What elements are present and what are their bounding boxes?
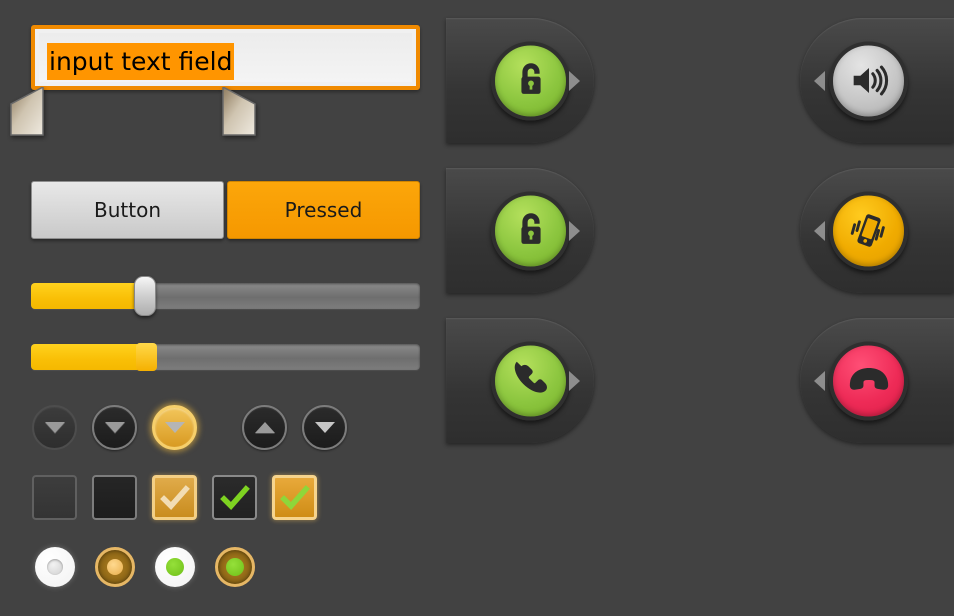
chevron-down-icon	[314, 422, 335, 433]
check-icon	[159, 484, 190, 510]
spinner-disc	[32, 405, 77, 450]
radio-unselected[interactable]	[35, 547, 75, 587]
slider-thumb[interactable]	[136, 343, 157, 371]
chevron-up-icon	[254, 422, 275, 433]
slide-to-decline[interactable]	[800, 318, 954, 443]
checkbox-checked[interactable]	[212, 475, 257, 520]
slide-handle[interactable]	[829, 341, 908, 420]
checkbox-unchecked[interactable]	[92, 475, 137, 520]
spinner-disc	[152, 405, 197, 450]
spinner-down-normal-2[interactable]	[302, 405, 347, 450]
speaker-icon	[853, 65, 888, 96]
slide-handle[interactable]	[491, 191, 570, 270]
slider-silver-thumb[interactable]	[31, 276, 420, 316]
text-field-container[interactable]: input text field	[31, 25, 420, 90]
slide-to-unlock-2[interactable]	[446, 168, 594, 293]
text-field-inner: input text field	[39, 33, 412, 82]
vibrate-icon	[850, 214, 885, 247]
radio-unselected-focused[interactable]	[95, 547, 135, 587]
slide-handle[interactable]	[829, 41, 908, 120]
button-pressed[interactable]: Pressed	[227, 181, 420, 239]
checkbox-checked-disabled[interactable]	[152, 475, 197, 520]
radio-selected[interactable]	[155, 547, 195, 587]
radio-selected-focused[interactable]	[215, 547, 255, 587]
slide-handle[interactable]	[491, 41, 570, 120]
phone-answer-icon	[514, 361, 547, 393]
chevron-down-icon	[104, 422, 125, 433]
left-selection-handle[interactable]	[10, 87, 44, 137]
right-selection-handle[interactable]	[222, 87, 256, 137]
spinner-down-focused[interactable]	[152, 405, 197, 450]
spinner-disc	[242, 405, 287, 450]
phone-hangup-icon	[849, 368, 888, 390]
right-selection-handle-icon	[222, 87, 256, 136]
spinner-disc	[92, 405, 137, 450]
slide-handle[interactable]	[829, 191, 908, 270]
unlock-icon	[520, 213, 541, 244]
slider-amber-thumb[interactable]	[31, 343, 420, 371]
slide-to-answer[interactable]	[446, 318, 594, 443]
spinner-down-disabled[interactable]	[32, 405, 77, 450]
radio-dot	[166, 558, 184, 576]
spinner-up-normal[interactable]	[242, 405, 287, 450]
slide-to-vibrate[interactable]	[800, 168, 954, 293]
radio-dot	[47, 559, 63, 575]
button-normal-label: Button	[94, 198, 161, 222]
chevron-down-icon	[164, 422, 185, 433]
slider-fill	[31, 344, 137, 370]
widget-showcase-canvas: input text field Button Pressed	[0, 0, 954, 616]
button-normal[interactable]: Button	[31, 181, 224, 239]
check-icon	[279, 484, 310, 510]
left-selection-handle-icon	[10, 87, 44, 136]
radio-dot	[107, 559, 123, 575]
arrow-left-icon	[814, 70, 825, 91]
checkbox-checked-focused[interactable]	[272, 475, 317, 520]
radio-dot	[226, 558, 244, 576]
arrow-left-icon	[814, 220, 825, 241]
slider-thumb[interactable]	[134, 276, 156, 316]
arrow-right-icon	[569, 370, 580, 391]
arrow-right-icon	[569, 70, 580, 91]
slide-to-sound[interactable]	[800, 18, 954, 143]
spinner-down-normal[interactable]	[92, 405, 137, 450]
slider-fill	[31, 283, 141, 309]
checkbox-unchecked-disabled[interactable]	[32, 475, 77, 520]
slide-handle[interactable]	[491, 341, 570, 420]
unlock-icon	[520, 63, 541, 94]
spinner-disc	[302, 405, 347, 450]
arrow-left-icon	[814, 370, 825, 391]
arrow-right-icon	[569, 220, 580, 241]
slide-to-unlock[interactable]	[446, 18, 594, 143]
button-pressed-label: Pressed	[284, 198, 363, 222]
input-text-field[interactable]: input text field	[31, 25, 420, 90]
check-icon	[219, 484, 250, 510]
text-selection[interactable]: input text field	[47, 43, 235, 80]
chevron-down-icon	[44, 422, 65, 433]
